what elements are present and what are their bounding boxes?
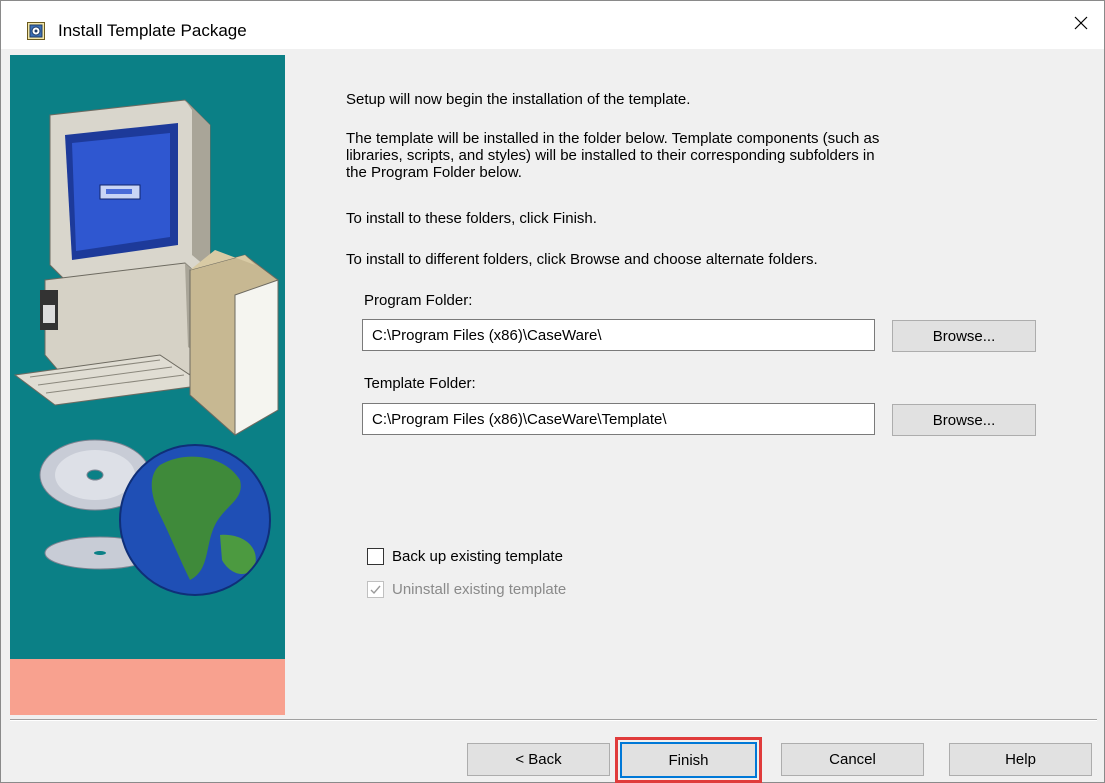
close-button[interactable] xyxy=(1058,1,1104,49)
program-folder-input[interactable]: C:\Program Files (x86)\CaseWare\ xyxy=(362,319,875,351)
description-text: The template will be installed in the fo… xyxy=(346,130,1046,181)
template-folder-browse-button[interactable]: Browse... xyxy=(892,404,1036,436)
program-folder-label: Program Folder: xyxy=(364,292,473,309)
uninstall-checkbox xyxy=(367,581,384,598)
finish-button[interactable]: Finish xyxy=(620,742,757,778)
intro-text: Setup will now begin the installation of… xyxy=(346,91,691,108)
install-template-dialog: Install Template Package Setup will now … xyxy=(0,0,1105,783)
uninstall-option: Uninstall existing template xyxy=(367,581,566,598)
backup-label: Back up existing template xyxy=(392,548,563,565)
cancel-button[interactable]: Cancel xyxy=(781,743,924,776)
footer-divider xyxy=(10,719,1097,721)
uninstall-label: Uninstall existing template xyxy=(392,581,567,598)
description-line-3: the Program Folder below. xyxy=(346,164,522,181)
help-button[interactable]: Help xyxy=(949,743,1092,776)
computer-globe-illustration xyxy=(13,99,279,596)
back-button[interactable]: < Back xyxy=(467,743,610,776)
finish-hint-text: To install to these folders, click Finis… xyxy=(346,210,597,227)
window-title: Install Template Package xyxy=(58,21,247,40)
backup-option[interactable]: Back up existing template xyxy=(367,548,563,565)
browse-hint-text: To install to different folders, click B… xyxy=(346,251,818,268)
description-line-1: The template will be installed in the fo… xyxy=(346,130,880,147)
backup-checkbox[interactable] xyxy=(367,548,384,565)
template-folder-input[interactable]: C:\Program Files (x86)\CaseWare\Template… xyxy=(362,403,875,435)
program-folder-browse-button[interactable]: Browse... xyxy=(892,320,1036,352)
description-line-2: libraries, scripts, and styles) will be … xyxy=(346,147,875,164)
installer-app-icon xyxy=(27,22,45,40)
template-folder-label: Template Folder: xyxy=(364,375,476,392)
checkmark-icon xyxy=(370,585,381,595)
setup-artwork-panel xyxy=(10,55,285,715)
title-bar: Install Template Package xyxy=(1,1,1104,49)
art-footer-band xyxy=(10,659,285,715)
close-icon xyxy=(1073,15,1089,36)
